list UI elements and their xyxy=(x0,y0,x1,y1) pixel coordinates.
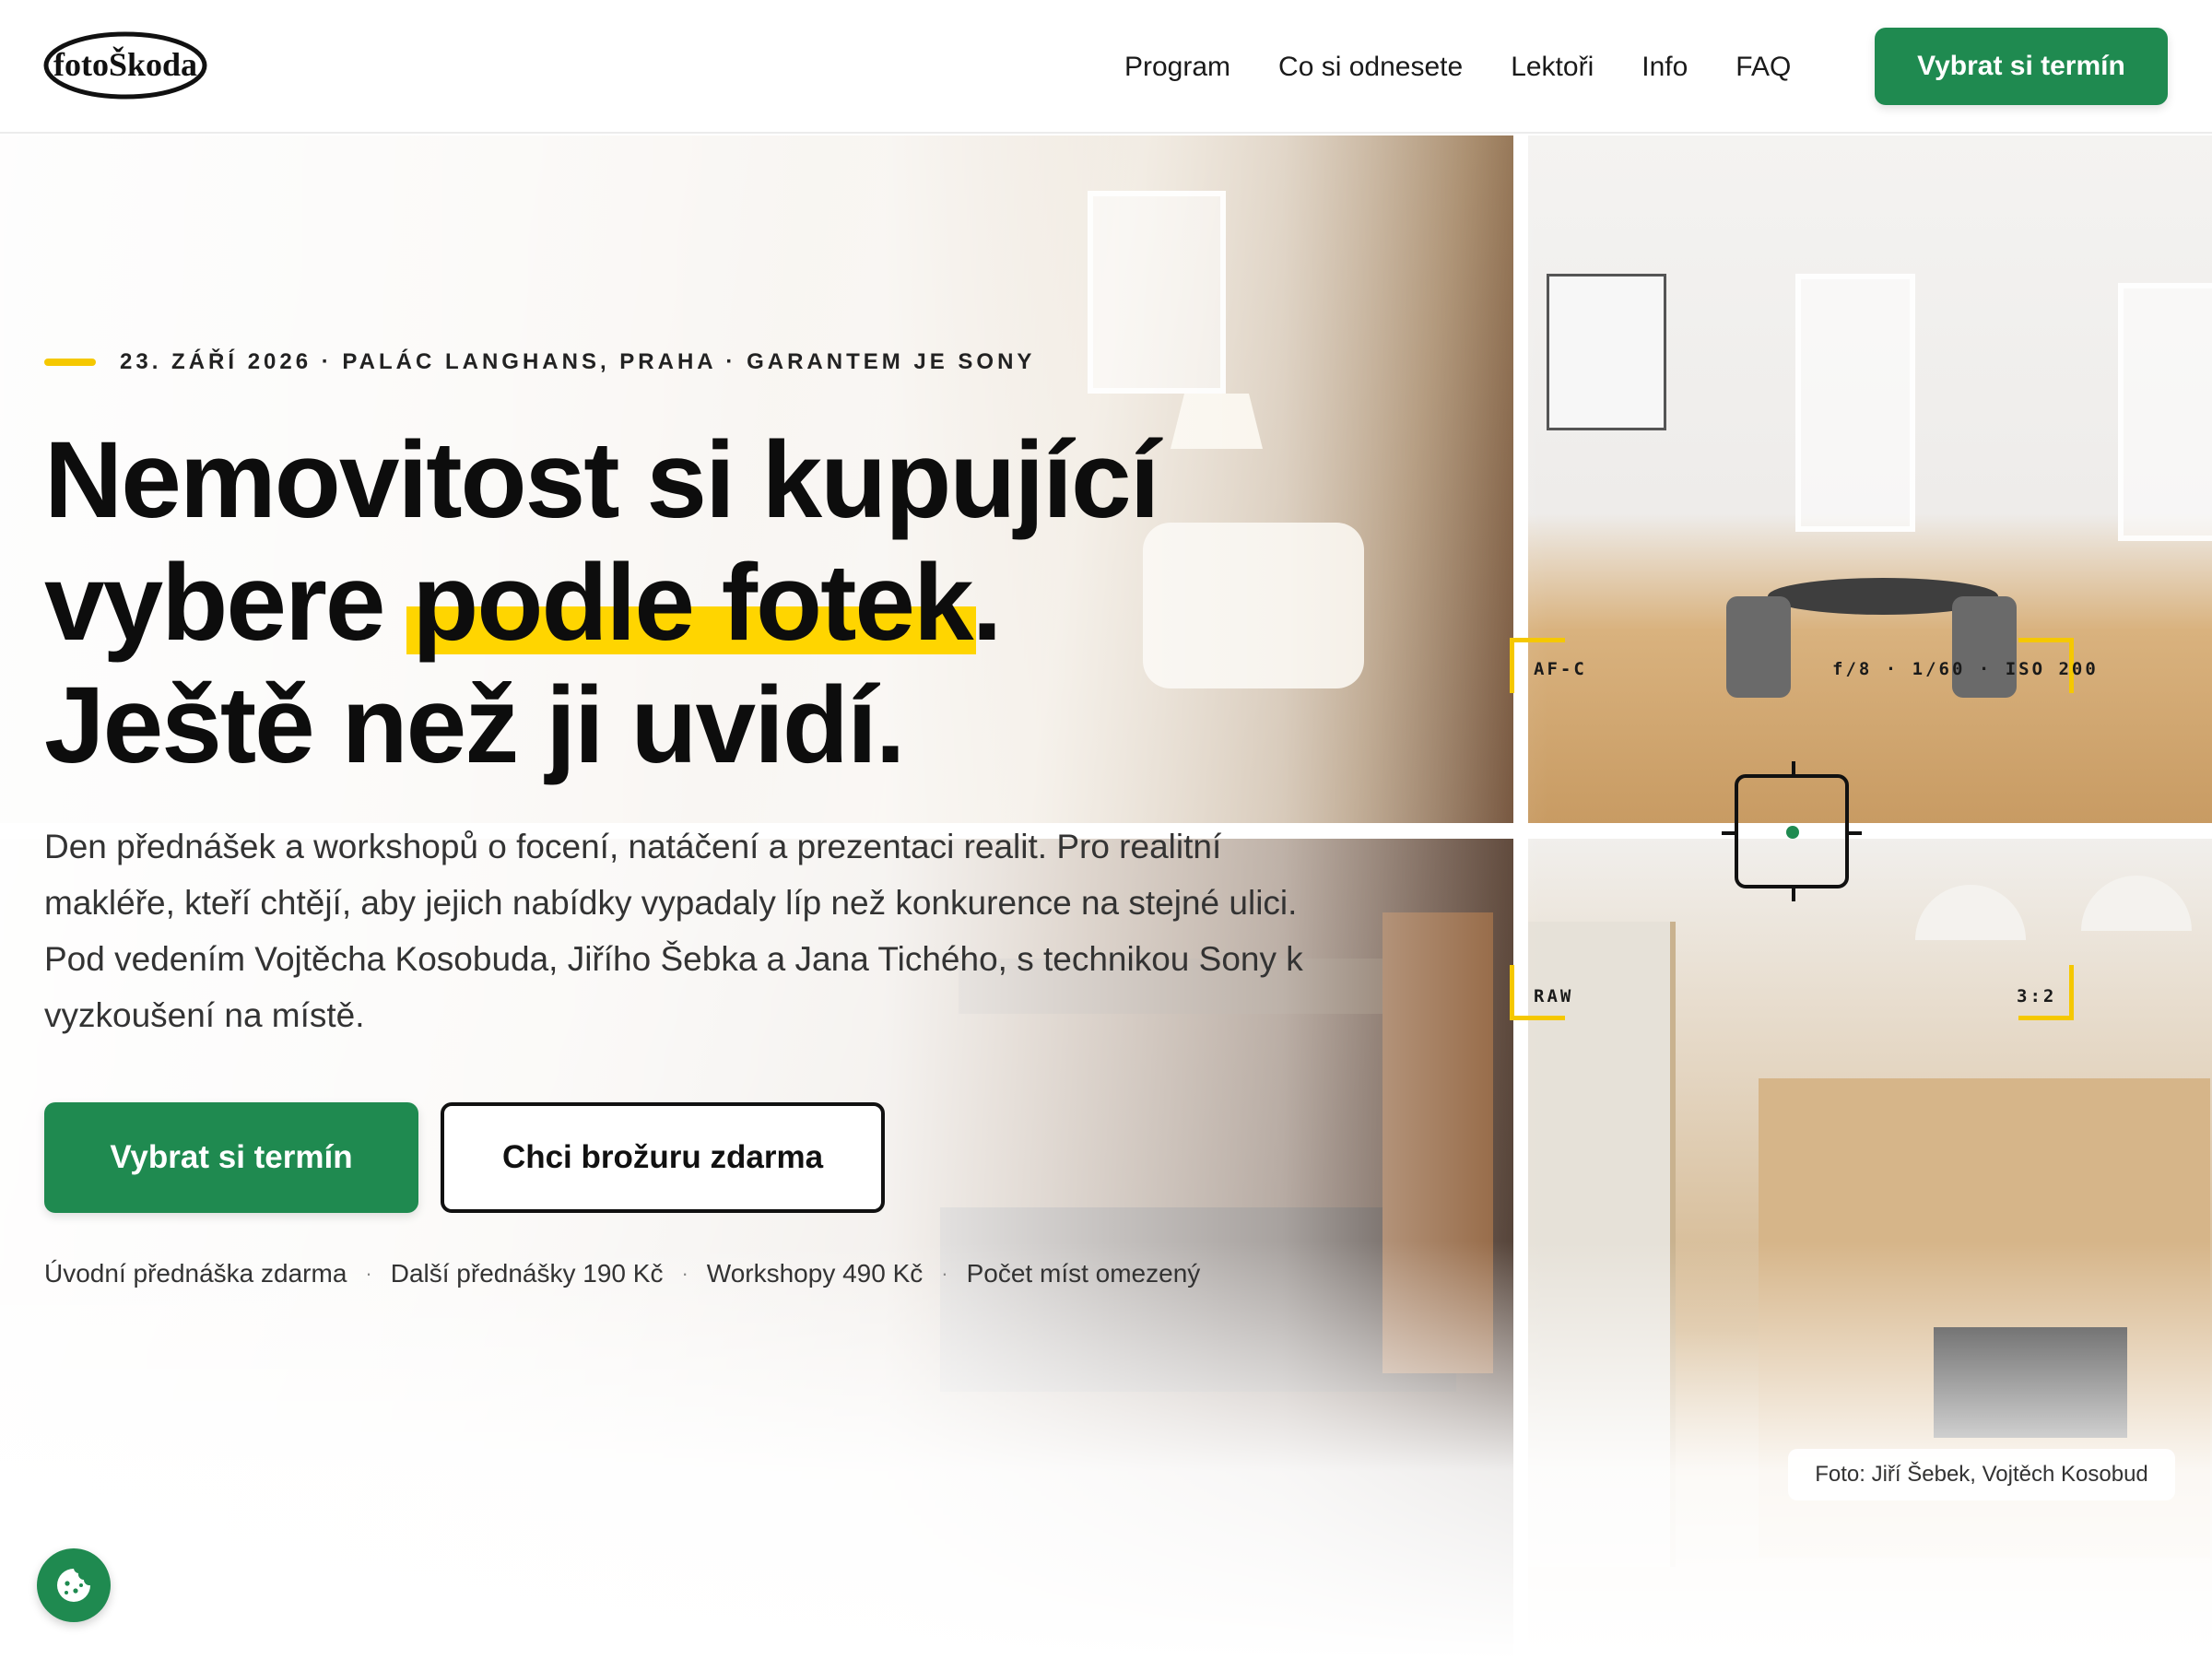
logo-text: fotoŠkoda xyxy=(53,46,197,83)
headline-line-2-post: . xyxy=(971,542,1003,664)
focus-dot xyxy=(1786,826,1799,839)
headline-line-2-pre: vybere xyxy=(44,542,413,664)
focus-point-icon xyxy=(1722,761,1862,901)
viewfinder-exposure-label: f/8 · 1/60 · ISO 200 xyxy=(1832,659,2099,679)
pricing-separator: · xyxy=(681,1262,688,1285)
focus-tick xyxy=(1849,831,1862,835)
hero-lead-paragraph: Den přednášek a workshopů o focení, natá… xyxy=(44,828,1303,1034)
pricing-separator: · xyxy=(941,1262,948,1285)
cookie-settings-button[interactable] xyxy=(37,1548,111,1622)
hero-headline: Nemovitost si kupující vybere podle fote… xyxy=(44,419,1335,787)
nav-program[interactable]: Program xyxy=(1124,52,1230,83)
viewfinder-raw-label: RAW xyxy=(1534,986,1574,1006)
focus-tick xyxy=(1722,831,1735,835)
eyebrow-text: 23. ZÁŘÍ 2026 · PALÁC LANGHANS, PRAHA · … xyxy=(120,349,1036,374)
nav-faq[interactable]: FAQ xyxy=(1735,52,1791,83)
focus-tick xyxy=(1792,888,1795,901)
focus-tick xyxy=(1792,761,1795,774)
event-eyebrow: 23. ZÁŘÍ 2026 · PALÁC LANGHANS, PRAHA · … xyxy=(44,349,1035,375)
fotoskoda-logo[interactable]: fotoŠkoda xyxy=(42,29,208,101)
headline-line-1: Nemovitost si kupující xyxy=(44,419,1159,541)
viewfinder-ratio-label: 3:2 xyxy=(2017,986,2057,1006)
pricing-item: Počet míst omezený xyxy=(966,1259,1201,1288)
pricing-info: Úvodní přednáška zdarma · Další přednášk… xyxy=(44,1259,1200,1288)
eyebrow-accent-bar xyxy=(44,359,96,366)
pricing-item: Workshopy 490 Kč xyxy=(706,1259,924,1288)
site-header: fotoŠkoda Program Co si odnesete Lektoři… xyxy=(0,0,2212,134)
nav-lektori[interactable]: Lektoři xyxy=(1511,52,1594,83)
fotoskoda-logo-mark: fotoŠkoda xyxy=(43,31,207,100)
cookie-icon xyxy=(57,1569,90,1602)
headline-line-3: Ještě než ji uvidí. xyxy=(44,665,906,786)
nav-co-si-odnesete[interactable]: Co si odnesete xyxy=(1278,52,1463,83)
main-nav: Program Co si odnesete Lektoři Info FAQ xyxy=(1124,0,1791,134)
pricing-item: Další přednášky 190 Kč xyxy=(390,1259,664,1288)
brochure-button[interactable]: Chci brožuru zdarma xyxy=(441,1102,885,1213)
choose-date-button[interactable]: Vybrat si termín xyxy=(44,1102,418,1213)
pricing-item: Úvodní přednáška zdarma xyxy=(44,1259,347,1288)
header-cta-button[interactable]: Vybrat si termín xyxy=(1875,28,2168,105)
headline-highlight: podle fotek xyxy=(406,542,977,664)
pricing-separator: · xyxy=(365,1262,372,1285)
viewfinder-af-label: AF-C xyxy=(1534,659,1587,679)
nav-info[interactable]: Info xyxy=(1641,52,1688,83)
photo-credit: Foto: Jiří Šebek, Vojtěch Kosobud xyxy=(1788,1449,2175,1500)
